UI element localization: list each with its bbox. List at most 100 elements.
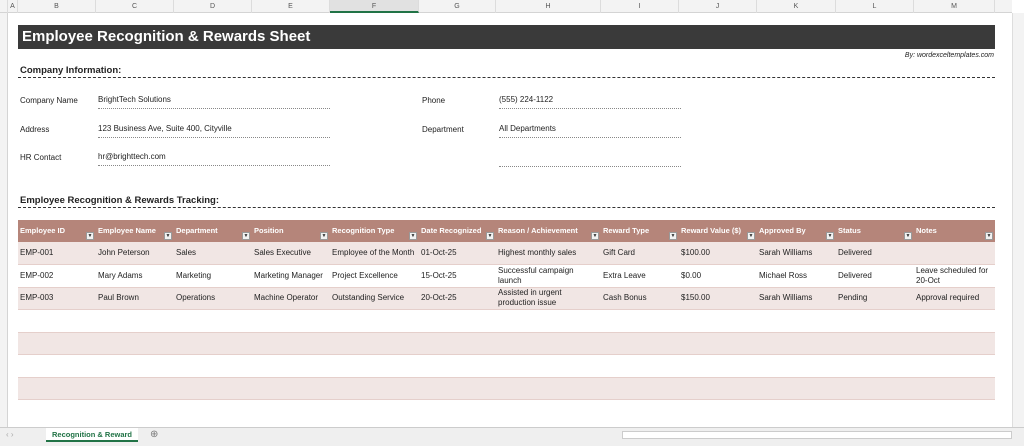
table-cell[interactable]: Assisted in urgent production issue: [496, 287, 601, 310]
table-cell[interactable]: [96, 377, 174, 400]
table-cell[interactable]: [496, 377, 601, 400]
vertical-scrollbar[interactable]: [1012, 13, 1024, 427]
table-cell[interactable]: [914, 309, 995, 333]
table-cell[interactable]: [496, 309, 601, 333]
table-cell[interactable]: Successful campaign launch: [496, 264, 601, 288]
table-cell[interactable]: 15-Oct-25: [419, 264, 496, 288]
table-cell[interactable]: 20-Oct-25: [419, 287, 496, 310]
phone-field[interactable]: (555) 224-1122: [499, 95, 681, 109]
table-cell[interactable]: [757, 309, 836, 333]
table-cell[interactable]: [96, 354, 174, 378]
table-cell[interactable]: Sales Executive: [252, 242, 330, 265]
filter-dropdown-icon[interactable]: ▼: [86, 232, 94, 240]
table-cell[interactable]: [419, 332, 496, 355]
table-cell[interactable]: [330, 309, 419, 333]
filter-dropdown-icon[interactable]: ▼: [591, 232, 599, 240]
table-cell[interactable]: Cash Bonus: [601, 287, 679, 310]
table-cell[interactable]: Extra Leave: [601, 264, 679, 288]
column-header-B[interactable]: B: [18, 0, 96, 13]
table-cell[interactable]: [96, 309, 174, 333]
department-field[interactable]: All Departments: [499, 124, 681, 138]
table-cell[interactable]: [252, 377, 330, 400]
table-cell[interactable]: [679, 354, 757, 378]
table-cell[interactable]: [419, 309, 496, 333]
table-cell[interactable]: [679, 377, 757, 400]
table-cell[interactable]: Sales: [174, 242, 252, 265]
table-cell[interactable]: [174, 377, 252, 400]
table-cell[interactable]: [18, 377, 96, 400]
table-cell[interactable]: Leave scheduled for 20-Oct: [914, 264, 995, 288]
filter-dropdown-icon[interactable]: ▼: [486, 232, 494, 240]
table-cell[interactable]: [601, 354, 679, 378]
column-header-E[interactable]: E: [252, 0, 330, 13]
filter-dropdown-icon[interactable]: ▼: [904, 232, 912, 240]
table-cell[interactable]: [914, 377, 995, 400]
column-header-J[interactable]: J: [679, 0, 757, 13]
table-cell[interactable]: [419, 354, 496, 378]
table-cell[interactable]: [18, 332, 96, 355]
table-cell[interactable]: EMP-003: [18, 287, 96, 310]
address-field[interactable]: 123 Business Ave, Suite 400, Cityville: [98, 124, 330, 138]
table-cell[interactable]: Michael Ross: [757, 264, 836, 288]
table-cell[interactable]: [252, 332, 330, 355]
column-header-I[interactable]: I: [601, 0, 679, 13]
column-header-D[interactable]: D: [174, 0, 252, 13]
horizontal-scrollbar[interactable]: [622, 431, 1012, 439]
table-cell[interactable]: Machine Operator: [252, 287, 330, 310]
empty-field[interactable]: [499, 153, 681, 167]
table-cell[interactable]: Marketing: [174, 264, 252, 288]
column-header-G[interactable]: G: [419, 0, 496, 13]
filter-dropdown-icon[interactable]: ▼: [669, 232, 677, 240]
table-cell[interactable]: [174, 332, 252, 355]
tab-scroll-arrows-icon[interactable]: ‹ ›: [6, 430, 14, 439]
table-cell[interactable]: Delivered: [836, 242, 914, 265]
table-cell[interactable]: [18, 309, 96, 333]
table-cell[interactable]: [836, 332, 914, 355]
table-cell[interactable]: [914, 242, 995, 265]
table-cell[interactable]: [836, 309, 914, 333]
table-cell[interactable]: [679, 309, 757, 333]
table-cell[interactable]: EMP-002: [18, 264, 96, 288]
table-cell[interactable]: [252, 309, 330, 333]
table-cell[interactable]: Paul Brown: [96, 287, 174, 310]
column-header-L[interactable]: L: [836, 0, 914, 13]
table-cell[interactable]: [96, 332, 174, 355]
table-cell[interactable]: [496, 332, 601, 355]
table-cell[interactable]: [836, 377, 914, 400]
table-cell[interactable]: [679, 332, 757, 355]
table-cell[interactable]: Pending: [836, 287, 914, 310]
table-cell[interactable]: Marketing Manager: [252, 264, 330, 288]
table-cell[interactable]: [174, 309, 252, 333]
table-cell[interactable]: [757, 377, 836, 400]
table-cell[interactable]: 01-Oct-25: [419, 242, 496, 265]
table-cell[interactable]: [836, 354, 914, 378]
table-cell[interactable]: [914, 354, 995, 378]
table-cell[interactable]: Project Excellence: [330, 264, 419, 288]
table-cell[interactable]: [601, 377, 679, 400]
table-cell[interactable]: [330, 377, 419, 400]
table-cell[interactable]: EMP-001: [18, 242, 96, 265]
table-cell[interactable]: [757, 354, 836, 378]
table-cell[interactable]: [914, 332, 995, 355]
table-cell[interactable]: [496, 354, 601, 378]
table-cell[interactable]: [18, 354, 96, 378]
table-cell[interactable]: Approval required: [914, 287, 995, 310]
filter-dropdown-icon[interactable]: ▼: [409, 232, 417, 240]
filter-dropdown-icon[interactable]: ▼: [826, 232, 834, 240]
table-cell[interactable]: Highest monthly sales: [496, 242, 601, 265]
table-cell[interactable]: [330, 332, 419, 355]
table-cell[interactable]: Sarah Williams: [757, 242, 836, 265]
column-header-K[interactable]: K: [757, 0, 836, 13]
table-cell[interactable]: [601, 332, 679, 355]
sheet-tab[interactable]: Recognition & Reward: [46, 428, 139, 442]
filter-dropdown-icon[interactable]: ▼: [164, 232, 172, 240]
table-cell[interactable]: $150.00: [679, 287, 757, 310]
table-cell[interactable]: Gift Card: [601, 242, 679, 265]
table-cell[interactable]: Sarah Williams: [757, 287, 836, 310]
table-cell[interactable]: $0.00: [679, 264, 757, 288]
table-cell[interactable]: [252, 354, 330, 378]
filter-dropdown-icon[interactable]: ▼: [747, 232, 755, 240]
add-sheet-icon[interactable]: ⊕: [150, 429, 158, 440]
company-name-field[interactable]: BrightTech Solutions: [98, 95, 330, 109]
table-cell[interactable]: Operations: [174, 287, 252, 310]
